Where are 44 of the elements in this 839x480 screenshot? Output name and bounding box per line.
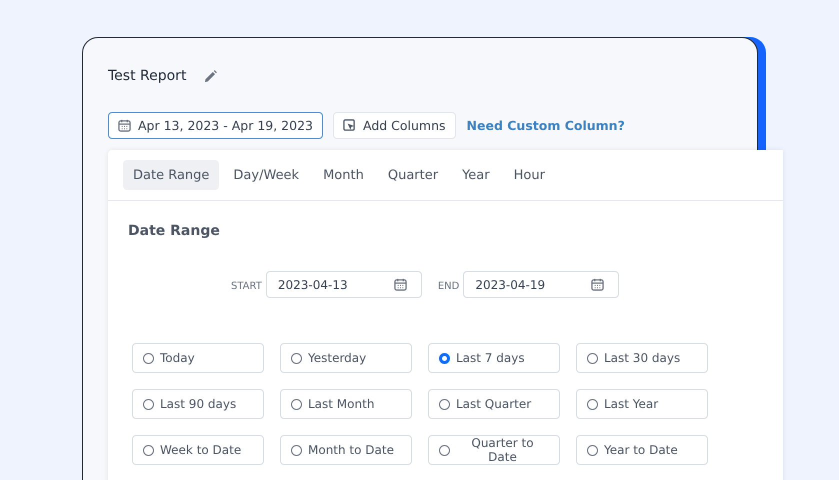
end-label: END (438, 281, 460, 292)
pencil-icon[interactable] (204, 70, 218, 82)
date-range-button[interactable]: Apr 13, 2023 - Apr 19, 2023 (108, 112, 323, 139)
tab[interactable]: Hour (504, 160, 555, 190)
end-date-field[interactable]: 2023-04-19 (463, 271, 620, 298)
preset-option[interactable]: Quarter to Date (428, 435, 560, 465)
tab[interactable]: Date Range (123, 160, 220, 190)
radio-button[interactable] (291, 352, 302, 364)
preset-option[interactable]: Yesterday (280, 343, 412, 373)
preset-option[interactable]: Week to Date (132, 435, 264, 465)
radio-button[interactable] (143, 444, 154, 456)
radio-button[interactable] (587, 352, 598, 364)
radio-button[interactable] (143, 352, 154, 364)
radio-button[interactable] (439, 444, 450, 456)
calendar-icon (118, 119, 131, 132)
preset-option[interactable]: Today (132, 343, 264, 373)
tab[interactable]: Month (313, 160, 374, 190)
radio-button[interactable] (587, 444, 598, 456)
preset-option[interactable]: Last Month (280, 389, 412, 419)
preset-option[interactable]: Last Quarter (428, 389, 560, 419)
tab[interactable]: Day/Week (223, 160, 310, 190)
preset-option[interactable]: Last 90 days (132, 389, 264, 419)
radio-button[interactable] (143, 398, 154, 410)
tab[interactable]: Year (452, 160, 500, 190)
calendar-icon (591, 278, 604, 291)
radio-button[interactable] (587, 398, 598, 410)
start-label: START (231, 281, 262, 292)
radio-button[interactable] (291, 444, 302, 456)
section-title: Date Range (128, 223, 221, 239)
preset-option[interactable]: Last 30 days (576, 343, 708, 373)
cursor-select-icon (342, 119, 356, 132)
preset-option[interactable]: Month to Date (280, 435, 412, 465)
custom-column-link[interactable]: Need Custom Column? (466, 118, 625, 133)
calendar-icon (394, 278, 407, 291)
add-columns-button[interactable]: Add Columns (332, 112, 456, 139)
tab[interactable]: Quarter (378, 160, 448, 190)
preset-option[interactable]: Last 7 days (428, 343, 560, 373)
report-title: Test Report (108, 68, 186, 84)
preset-option[interactable]: Year to Date (576, 435, 708, 465)
radio-button[interactable] (439, 398, 450, 410)
radio-button[interactable] (439, 352, 450, 364)
preset-option[interactable]: Last Year (576, 389, 708, 419)
radio-button[interactable] (291, 398, 302, 410)
start-date-field[interactable]: 2023-04-13 (266, 271, 422, 298)
